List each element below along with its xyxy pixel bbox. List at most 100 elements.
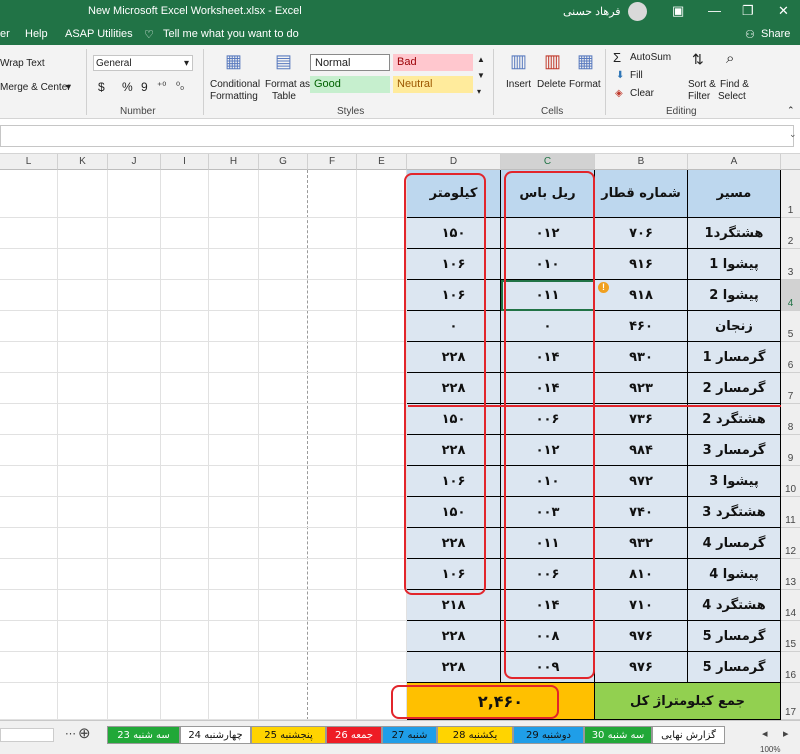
user-name[interactable]: فرهاد حسنی xyxy=(563,5,621,18)
cell-route[interactable]: گرمسار 2 xyxy=(688,373,781,404)
menu-partial[interactable]: er xyxy=(0,28,10,40)
add-sheet-icon[interactable]: ⊕ xyxy=(78,724,91,742)
scroll-down-icon[interactable]: ▼ xyxy=(477,71,485,80)
menu-help[interactable]: Help xyxy=(25,28,48,40)
cell-railbus[interactable]: ۰۰۶ xyxy=(501,404,595,435)
sheet-tab[interactable]: یکشنبه 28 xyxy=(437,726,513,744)
cell-railbus[interactable]: ۰۱۲ xyxy=(501,218,595,249)
cell-km[interactable]: ۱۵۰ xyxy=(407,404,501,435)
row-header-3[interactable]: 3 xyxy=(781,249,800,280)
collapse-ribbon-icon[interactable]: ⌃ xyxy=(787,105,795,116)
cell-route[interactable]: گرمسار 3 xyxy=(688,435,781,466)
cell-train[interactable]: ۹۷۶ xyxy=(595,621,688,652)
expand-formula-icon[interactable]: ⌄ xyxy=(789,129,797,140)
column-header-j[interactable]: J xyxy=(108,154,161,170)
autosum-button[interactable]: AutoSum xyxy=(630,52,671,63)
tab-scroll-right-icon[interactable]: ▸ xyxy=(783,727,789,740)
sheet-tab[interactable]: دوشنبه 29 xyxy=(513,726,584,744)
cell-km[interactable]: ۲۱۸ xyxy=(407,590,501,621)
row-header-1[interactable]: 1 xyxy=(781,170,800,218)
cell-km[interactable]: ۱۰۶ xyxy=(407,466,501,497)
cell-train[interactable]: ۹۱۸ xyxy=(595,280,688,311)
cell-km[interactable]: ۲۲۸ xyxy=(407,373,501,404)
header-route[interactable]: مسیر xyxy=(688,170,781,218)
cell-route[interactable]: هشتگرد1 xyxy=(688,218,781,249)
number-format-select[interactable]: General ▾ xyxy=(93,55,193,71)
cell-railbus[interactable]: ۰۱۴ xyxy=(501,590,595,621)
sort-filter-label2[interactable]: Filter xyxy=(688,91,710,102)
row-header-16[interactable]: 16 xyxy=(781,652,800,683)
cell-route[interactable]: پیشوا 4 xyxy=(688,559,781,590)
cell-route[interactable]: گرمسار 4 xyxy=(688,528,781,559)
total-label[interactable]: جمع کیلومتراژ کل xyxy=(595,683,781,720)
cell-train[interactable]: ۷۴۰ xyxy=(595,497,688,528)
insert-button[interactable]: Insert xyxy=(506,79,531,90)
cell-route[interactable]: پیشوا 2 xyxy=(688,280,781,311)
column-header-d[interactable]: D xyxy=(407,154,501,170)
restore-icon[interactable]: ❐ xyxy=(742,3,754,19)
close-icon[interactable]: ✕ xyxy=(778,3,789,19)
delete-button[interactable]: Delete xyxy=(537,79,566,90)
cell-km[interactable]: ۲۲۸ xyxy=(407,528,501,559)
row-header-5[interactable]: 5 xyxy=(781,311,800,342)
more-styles-icon[interactable]: ▾ xyxy=(477,87,481,96)
conditional-formatting-label2[interactable]: Formatting xyxy=(210,91,258,102)
minimize-icon[interactable]: — xyxy=(708,3,721,18)
sheet-tab[interactable]: گزارش نهایی xyxy=(652,726,725,744)
format-as-table-label2[interactable]: Table xyxy=(272,91,296,102)
cell-railbus[interactable]: ۰۰۶ xyxy=(501,559,595,590)
sheet-tab[interactable]: جمعه 26 xyxy=(326,726,382,744)
cell-train[interactable]: ۹۱۶ xyxy=(595,249,688,280)
sheet-tab[interactable]: سه شنبه 30 xyxy=(584,726,652,744)
row-header-17[interactable]: 17 xyxy=(781,683,800,720)
sheet-tab[interactable]: شنبه 27 xyxy=(382,726,437,744)
style-bad[interactable]: Bad xyxy=(393,54,473,71)
scroll-up-icon[interactable]: ▲ xyxy=(477,55,485,64)
column-header-e[interactable]: E xyxy=(357,154,407,170)
row-header-9[interactable]: 9 xyxy=(781,435,800,466)
row-header-13[interactable]: 13 xyxy=(781,559,800,590)
cell-railbus[interactable]: ۰۱۴ xyxy=(501,373,595,404)
header-train[interactable]: شماره قطار xyxy=(595,170,688,218)
cell-railbus[interactable]: ۰۱۲ xyxy=(501,435,595,466)
comma-button[interactable]: 9 xyxy=(141,80,148,94)
cell-train[interactable]: ۹۳۰ xyxy=(595,342,688,373)
select-all-corner[interactable] xyxy=(781,154,800,170)
warning-icon[interactable]: ! xyxy=(598,282,609,293)
find-select-label2[interactable]: Select xyxy=(718,91,746,102)
cell-route[interactable]: گرمسار 5 xyxy=(688,652,781,683)
clear-button[interactable]: Clear xyxy=(630,88,654,99)
column-header-a[interactable]: A xyxy=(688,154,781,170)
cell-km[interactable]: ۲۲۸ xyxy=(407,435,501,466)
cell-train[interactable]: ۹۷۲ xyxy=(595,466,688,497)
cell-train[interactable]: ۷۳۶ xyxy=(595,404,688,435)
cell-train[interactable]: ۷۰۶ xyxy=(595,218,688,249)
style-neutral[interactable]: Neutral xyxy=(393,76,473,93)
horizontal-scrollbar[interactable] xyxy=(0,728,54,742)
column-header-g[interactable]: G xyxy=(259,154,308,170)
row-header-6[interactable]: 6 xyxy=(781,342,800,373)
share-button[interactable]: Share xyxy=(761,28,790,40)
cell-route[interactable]: زنجان xyxy=(688,311,781,342)
cell-route[interactable]: هشتگرد 2 xyxy=(688,404,781,435)
cell-railbus[interactable]: ۰۰۹ xyxy=(501,652,595,683)
row-header-7[interactable]: 7 xyxy=(781,373,800,404)
header-km[interactable]: کیلومتر xyxy=(407,170,501,218)
sheet-tab[interactable]: پنجشنبه 25 xyxy=(251,726,326,744)
currency-button[interactable]: $ xyxy=(98,80,105,94)
cell-train[interactable]: ۹۸۴ xyxy=(595,435,688,466)
fill-button[interactable]: Fill xyxy=(630,70,643,81)
cell-route[interactable]: هشتگرد 4 xyxy=(688,590,781,621)
cell-route[interactable]: پیشوا 3 xyxy=(688,466,781,497)
avatar[interactable] xyxy=(628,2,647,21)
row-header-14[interactable]: 14 xyxy=(781,590,800,621)
percent-button[interactable]: % xyxy=(122,80,133,94)
cell-km[interactable]: ۱۵۰ xyxy=(407,497,501,528)
merge-center-button[interactable]: Merge & Center xyxy=(0,82,71,93)
cell-km[interactable]: ۱۰۶ xyxy=(407,559,501,590)
row-header-15[interactable]: 15 xyxy=(781,621,800,652)
cell-railbus[interactable]: ۰۱۱ xyxy=(501,280,595,311)
row-header-4[interactable]: 4 xyxy=(781,280,800,311)
cell-train[interactable]: ۷۱۰ xyxy=(595,590,688,621)
cell-route[interactable]: پیشوا 1 xyxy=(688,249,781,280)
